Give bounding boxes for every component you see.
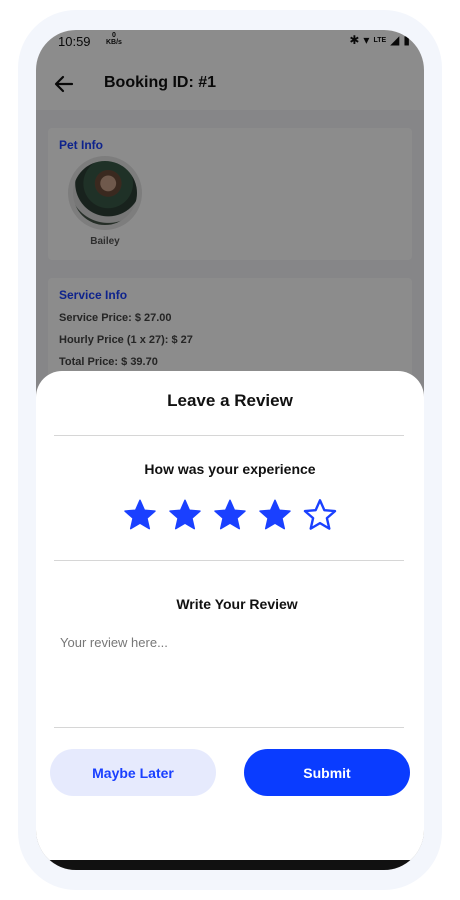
divider bbox=[54, 560, 404, 561]
star-rating bbox=[122, 497, 338, 533]
review-input[interactable] bbox=[54, 629, 404, 725]
star-outline-icon[interactable] bbox=[302, 497, 338, 533]
phone-screen: 10:59 0 KB/s ✱ ▾ LTE ◢ ▮ Booking ID: #1 … bbox=[36, 30, 424, 870]
maybe-later-button[interactable]: Maybe Later bbox=[50, 749, 216, 796]
write-review-label: Write Your Review bbox=[176, 596, 298, 612]
star-filled-icon[interactable] bbox=[122, 497, 158, 533]
submit-button[interactable]: Submit bbox=[244, 749, 410, 796]
star-filled-icon[interactable] bbox=[167, 497, 203, 533]
star-filled-icon[interactable] bbox=[257, 497, 293, 533]
gesture-bar bbox=[36, 860, 424, 870]
experience-question: How was your experience bbox=[144, 461, 316, 477]
divider bbox=[54, 435, 404, 436]
star-filled-icon[interactable] bbox=[212, 497, 248, 533]
divider bbox=[54, 727, 404, 728]
review-sheet-title: Leave a Review bbox=[167, 391, 293, 410]
review-bottom-sheet: Leave a Review How was your experience W… bbox=[36, 371, 424, 870]
